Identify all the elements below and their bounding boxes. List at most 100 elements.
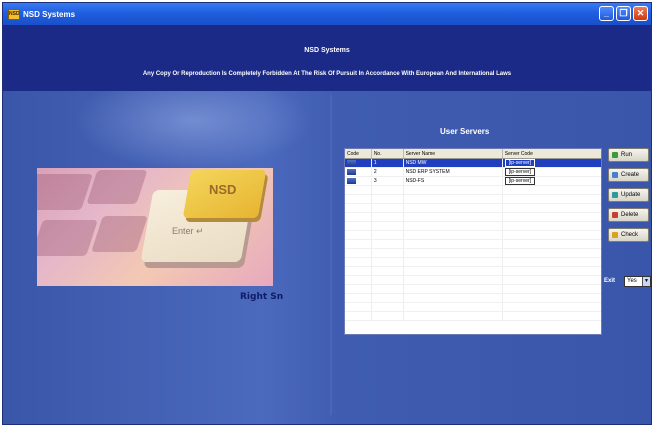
empty-cell (404, 249, 503, 257)
delete-label: Delete (621, 212, 639, 218)
run-icon (612, 152, 618, 158)
server-icon-cell (345, 159, 372, 167)
row-number: 1 (371, 159, 404, 167)
empty-cell (503, 294, 601, 302)
empty-cell (503, 231, 601, 239)
empty-cell (404, 258, 503, 266)
key-shape (86, 170, 148, 204)
empty-row (345, 222, 601, 231)
empty-cell (404, 267, 503, 275)
empty-cell (345, 312, 372, 320)
server-icon (347, 178, 356, 184)
empty-cell (372, 222, 404, 230)
close-button[interactable]: ✕ (633, 6, 648, 21)
empty-cell (404, 213, 503, 221)
empty-cell (503, 240, 601, 248)
server-code[interactable]: [ip-server] (504, 159, 536, 167)
row-number: 3 (372, 177, 404, 185)
row-number: 2 (372, 168, 404, 176)
empty-cell (345, 231, 372, 239)
column-header[interactable]: Server Name (404, 149, 503, 158)
empty-cell (372, 213, 404, 221)
table-row[interactable]: 2 NSD ERP SYSTEM [ip-server] (345, 168, 601, 177)
empty-row (345, 258, 601, 267)
empty-row (345, 186, 601, 195)
empty-cell (503, 213, 601, 221)
delete-button[interactable]: Delete (608, 208, 649, 222)
table-row[interactable]: 3 NSD-FS [ip-server] (345, 177, 601, 186)
server-code-cell: [ip-server] (502, 159, 601, 167)
column-header[interactable]: No. (372, 149, 404, 158)
empty-cell (503, 312, 601, 320)
empty-cell (503, 222, 601, 230)
run-button[interactable]: Run (608, 148, 649, 162)
exit-select[interactable]: Yes ▼ (624, 276, 651, 287)
server-code[interactable]: [ip-server] (504, 177, 536, 185)
empty-row (345, 213, 601, 222)
create-button[interactable]: Create (608, 168, 649, 182)
empty-cell (503, 186, 601, 194)
enter-key-label: Enter ↵ (172, 226, 204, 236)
empty-cell (372, 303, 404, 311)
empty-cell (345, 258, 372, 266)
restore-button[interactable]: ❐ (616, 6, 631, 21)
empty-cell (345, 285, 372, 293)
empty-cell (404, 294, 503, 302)
server-code-cell: [ip-server] (503, 168, 601, 176)
server-code[interactable]: [ip-server] (504, 168, 536, 176)
empty-cell (503, 285, 601, 293)
minimize-button[interactable]: _ (599, 6, 614, 21)
empty-cell (345, 240, 372, 248)
empty-cell (345, 249, 372, 257)
check-button[interactable]: Check (608, 228, 649, 242)
table-header: Code No. Server Name Server Code (345, 149, 601, 159)
title-bar[interactable]: NSD NSD Systems _ ❐ ✕ (3, 3, 651, 25)
empty-cell (372, 294, 404, 302)
empty-cell (345, 294, 372, 302)
header-title: NSD Systems (304, 47, 350, 54)
servers-table[interactable]: Code No. Server Name Server Code 1 NSD M… (344, 148, 602, 335)
server-code-cell: [ip-server] (503, 177, 601, 185)
empty-cell (503, 204, 601, 212)
check-icon (612, 232, 618, 238)
empty-row (345, 276, 601, 285)
empty-cell (503, 267, 601, 275)
empty-row (345, 285, 601, 294)
window-controls: _ ❐ ✕ (599, 6, 648, 21)
empty-cell (345, 267, 372, 275)
key-shape (37, 220, 98, 256)
empty-cell (503, 258, 601, 266)
key-shape (37, 174, 93, 210)
empty-cell (372, 231, 404, 239)
update-label: Update (621, 192, 641, 198)
empty-cell (345, 204, 372, 212)
chevron-down-icon[interactable]: ▼ (642, 277, 650, 286)
server-icon-cell (345, 177, 372, 185)
column-header[interactable]: Code (345, 149, 372, 158)
empty-cell (345, 186, 372, 194)
empty-row (345, 303, 601, 312)
empty-rows (345, 186, 601, 321)
empty-cell (404, 303, 503, 311)
empty-cell (503, 195, 601, 203)
empty-row (345, 249, 601, 258)
nsd-app-icon: NSD (8, 8, 20, 20)
empty-row (345, 312, 601, 321)
keyboard-image: NSD Enter ↵ (37, 168, 273, 286)
empty-row (345, 240, 601, 249)
update-icon (612, 192, 618, 198)
nsd-key-label: NSD (209, 182, 237, 197)
run-label: Run (621, 152, 633, 158)
empty-cell (372, 267, 404, 275)
update-button[interactable]: Update (608, 188, 649, 202)
table-row[interactable]: 1 NSD MW [ip-server] (345, 159, 601, 168)
create-label: Create (621, 172, 640, 178)
empty-cell (372, 204, 404, 212)
column-header[interactable]: Server Code (503, 149, 601, 158)
empty-cell (372, 312, 404, 320)
empty-cell (404, 285, 503, 293)
empty-cell (404, 276, 503, 284)
check-label: Check (621, 232, 639, 238)
empty-cell (372, 276, 404, 284)
rights-label: Right Sn (240, 292, 284, 302)
